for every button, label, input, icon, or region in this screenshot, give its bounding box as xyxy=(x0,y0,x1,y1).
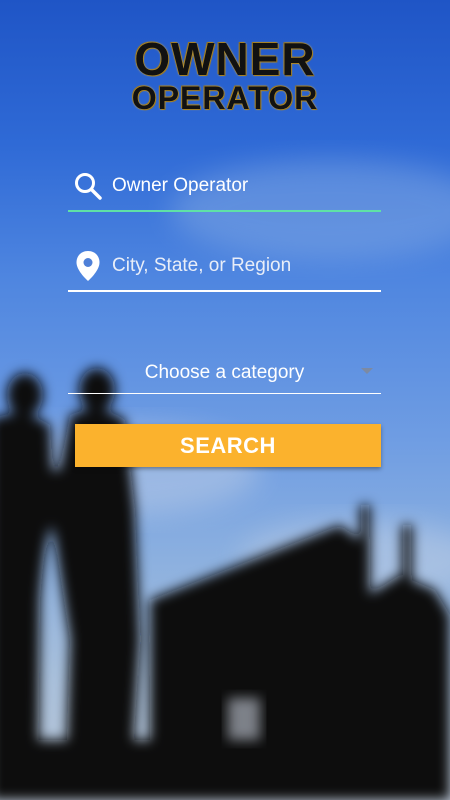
location-field-underline xyxy=(68,290,381,292)
app-logo: OWNER OPERATOR xyxy=(0,36,450,114)
logo-line-2: OPERATOR xyxy=(131,80,319,116)
category-select-underline xyxy=(68,393,381,394)
category-select[interactable]: Choose a category xyxy=(68,352,381,394)
logo-line-1: OWNER xyxy=(134,33,316,85)
search-icon xyxy=(72,170,104,202)
background-image xyxy=(0,160,450,800)
location-input[interactable] xyxy=(112,255,381,277)
location-pin-icon xyxy=(72,250,104,282)
search-button[interactable]: SEARCH xyxy=(75,424,381,467)
keyword-field-underline xyxy=(68,210,381,212)
category-select-value: Choose a category xyxy=(144,362,305,383)
location-field[interactable] xyxy=(68,240,381,292)
keyword-search-input[interactable] xyxy=(112,175,381,197)
chevron-down-icon[interactable] xyxy=(361,368,373,374)
keyword-search-field[interactable] xyxy=(68,160,381,212)
